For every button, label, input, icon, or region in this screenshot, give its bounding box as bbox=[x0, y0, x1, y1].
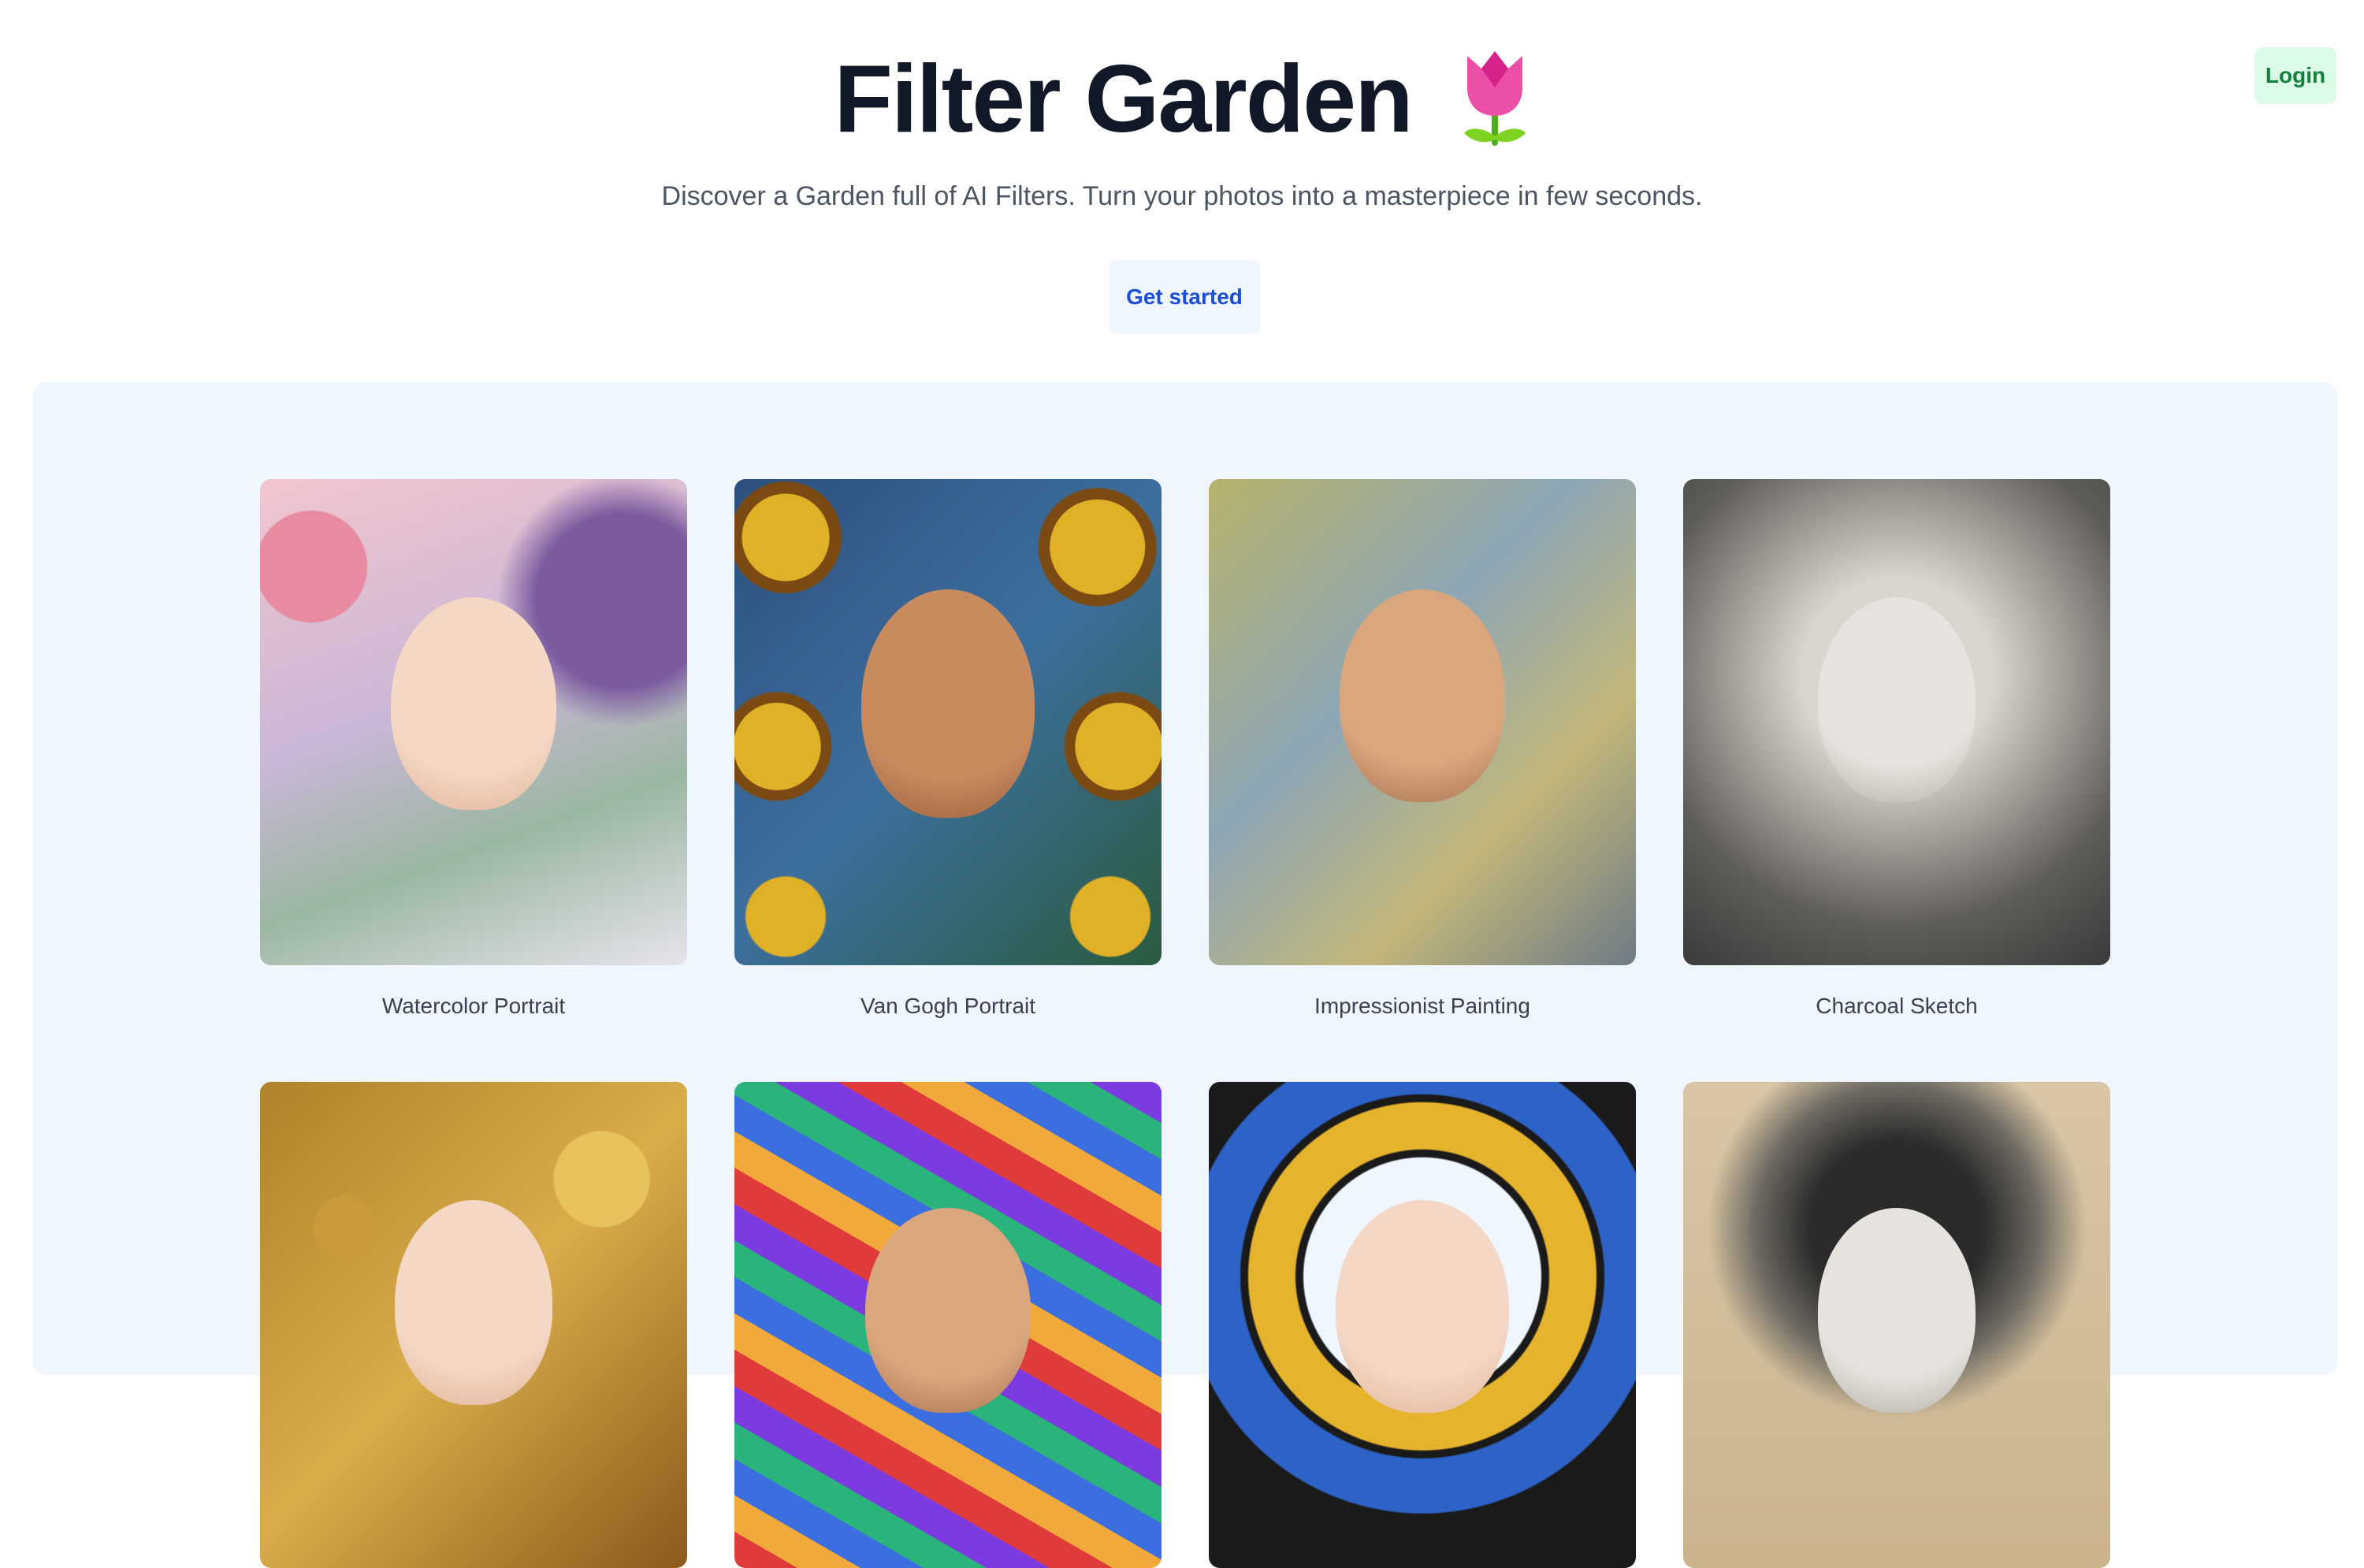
filter-card-watercolor[interactable]: Watercolor Portrait bbox=[260, 479, 687, 1019]
filter-thumbnail[interactable] bbox=[1209, 479, 1636, 965]
hero-subtitle: Discover a Garden full of AI Filters. Tu… bbox=[661, 181, 1703, 211]
filter-thumbnail[interactable] bbox=[734, 479, 1162, 965]
filter-card-charcoal[interactable]: Charcoal Sketch bbox=[1683, 479, 2110, 1019]
filter-card-7[interactable] bbox=[1209, 1082, 1636, 1568]
filter-card-van-gogh[interactable]: Van Gogh Portrait bbox=[734, 479, 1162, 1019]
filter-label: Watercolor Portrait bbox=[381, 994, 566, 1018]
filter-card-8[interactable] bbox=[1683, 1082, 2110, 1568]
filter-card-6[interactable] bbox=[734, 1082, 1162, 1568]
filter-label: Van Gogh Portrait bbox=[860, 994, 1036, 1018]
filter-thumbnail[interactable] bbox=[734, 1082, 1162, 1568]
filter-label: Charcoal Sketch bbox=[1816, 994, 1978, 1018]
filter-label: Impressionist Painting bbox=[1314, 994, 1530, 1018]
page-title: Filter Garden bbox=[834, 45, 1413, 152]
filter-thumbnail[interactable] bbox=[260, 1082, 687, 1568]
page-title-row: Filter Garden bbox=[0, 43, 2364, 154]
filter-thumbnail[interactable] bbox=[1209, 1082, 1636, 1568]
tulip-icon bbox=[1463, 51, 1526, 146]
filter-card-5[interactable] bbox=[260, 1082, 687, 1568]
filter-thumbnail[interactable] bbox=[1683, 479, 2110, 965]
filter-thumbnail[interactable] bbox=[260, 479, 687, 965]
filter-gallery: Watercolor Portrait Van Gogh Portrait Im… bbox=[33, 382, 2337, 1568]
get-started-button[interactable]: Get started bbox=[1109, 260, 1260, 334]
filter-thumbnail[interactable] bbox=[1683, 1082, 2110, 1568]
filter-card-impressionist[interactable]: Impressionist Painting bbox=[1209, 479, 1636, 1019]
